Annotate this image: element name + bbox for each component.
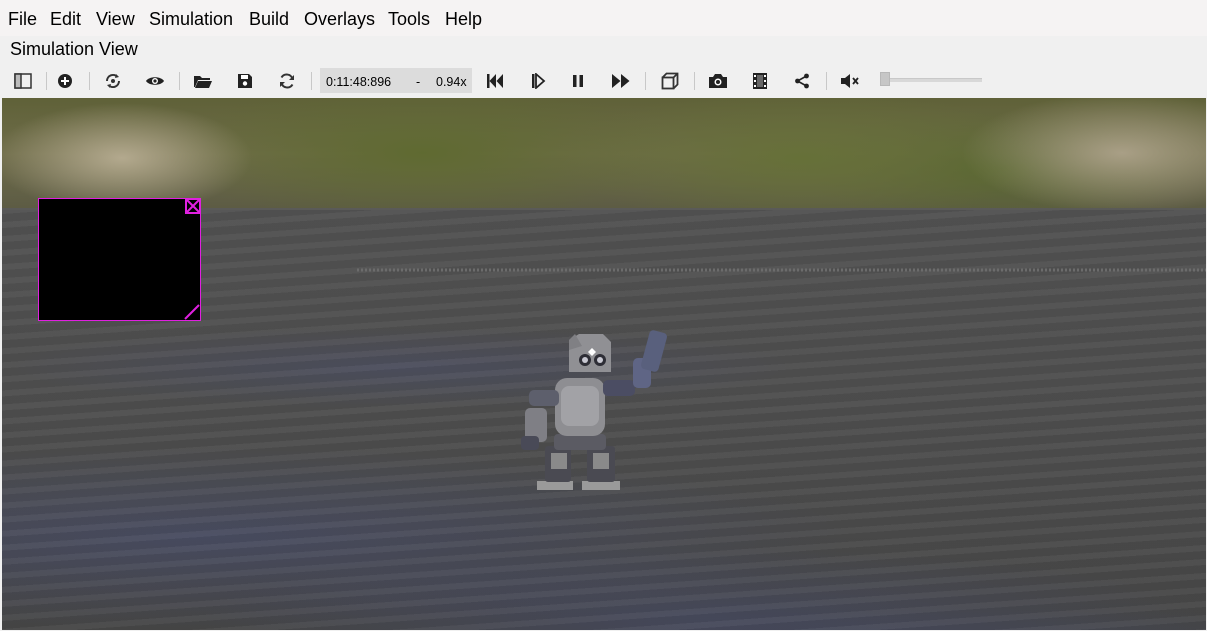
toolbar-separator xyxy=(89,72,90,90)
reload-icon[interactable] xyxy=(275,69,299,93)
humanoid-robot[interactable] xyxy=(507,328,682,500)
menu-edit[interactable]: Edit xyxy=(50,8,81,30)
pause-icon[interactable] xyxy=(566,69,590,93)
menu-overlays[interactable]: Overlays xyxy=(304,8,375,30)
toolbar-separator xyxy=(826,72,827,90)
close-overlay-icon[interactable] xyxy=(185,198,201,214)
menu-view[interactable]: View xyxy=(96,8,135,30)
save-icon[interactable] xyxy=(233,69,257,93)
fast-forward-icon[interactable] xyxy=(609,69,633,93)
toolbar-separator xyxy=(311,72,312,90)
menu-tools[interactable]: Tools xyxy=(388,8,430,30)
toolbar-separator xyxy=(46,72,47,90)
simulation-time-display: 0:11:48:896 - 0.94x xyxy=(320,68,472,93)
menu-simulation[interactable]: Simulation xyxy=(149,8,233,30)
toolbar xyxy=(0,62,1207,98)
toolbar-separator xyxy=(645,72,646,90)
add-icon[interactable] xyxy=(53,69,77,93)
menu-build[interactable]: Build xyxy=(249,8,289,30)
film-icon[interactable] xyxy=(748,69,772,93)
volume-slider[interactable] xyxy=(880,78,982,82)
step-icon[interactable] xyxy=(526,69,550,93)
camera-overlay-window[interactable] xyxy=(38,198,201,321)
toolbar-separator xyxy=(179,72,180,90)
reset-simulation-icon[interactable] xyxy=(483,69,507,93)
toggle-panel-icon[interactable] xyxy=(11,69,35,93)
camera-icon[interactable] xyxy=(706,69,730,93)
volume-slider-thumb[interactable] xyxy=(880,72,890,86)
reset-viewpoint-icon[interactable] xyxy=(101,69,125,93)
resize-overlay-icon[interactable] xyxy=(184,304,200,320)
open-folder-icon[interactable] xyxy=(191,69,215,93)
3d-viewport[interactable] xyxy=(2,98,1206,630)
menu-bar: File Edit View Simulation Build Overlays… xyxy=(0,0,1207,36)
simulation-time: 0:11:48:896 xyxy=(326,75,392,89)
perspective-cube-icon[interactable] xyxy=(658,69,682,93)
menu-file[interactable]: File xyxy=(8,8,37,30)
toolbar-separator xyxy=(694,72,695,90)
time-separator: - xyxy=(416,75,421,89)
share-icon[interactable] xyxy=(790,69,814,93)
speed-factor: 0.94x xyxy=(436,75,467,89)
menu-help[interactable]: Help xyxy=(445,8,482,30)
simulation-view-title: Simulation View xyxy=(10,39,138,59)
mute-icon[interactable] xyxy=(838,69,862,93)
eye-icon[interactable] xyxy=(143,69,167,93)
